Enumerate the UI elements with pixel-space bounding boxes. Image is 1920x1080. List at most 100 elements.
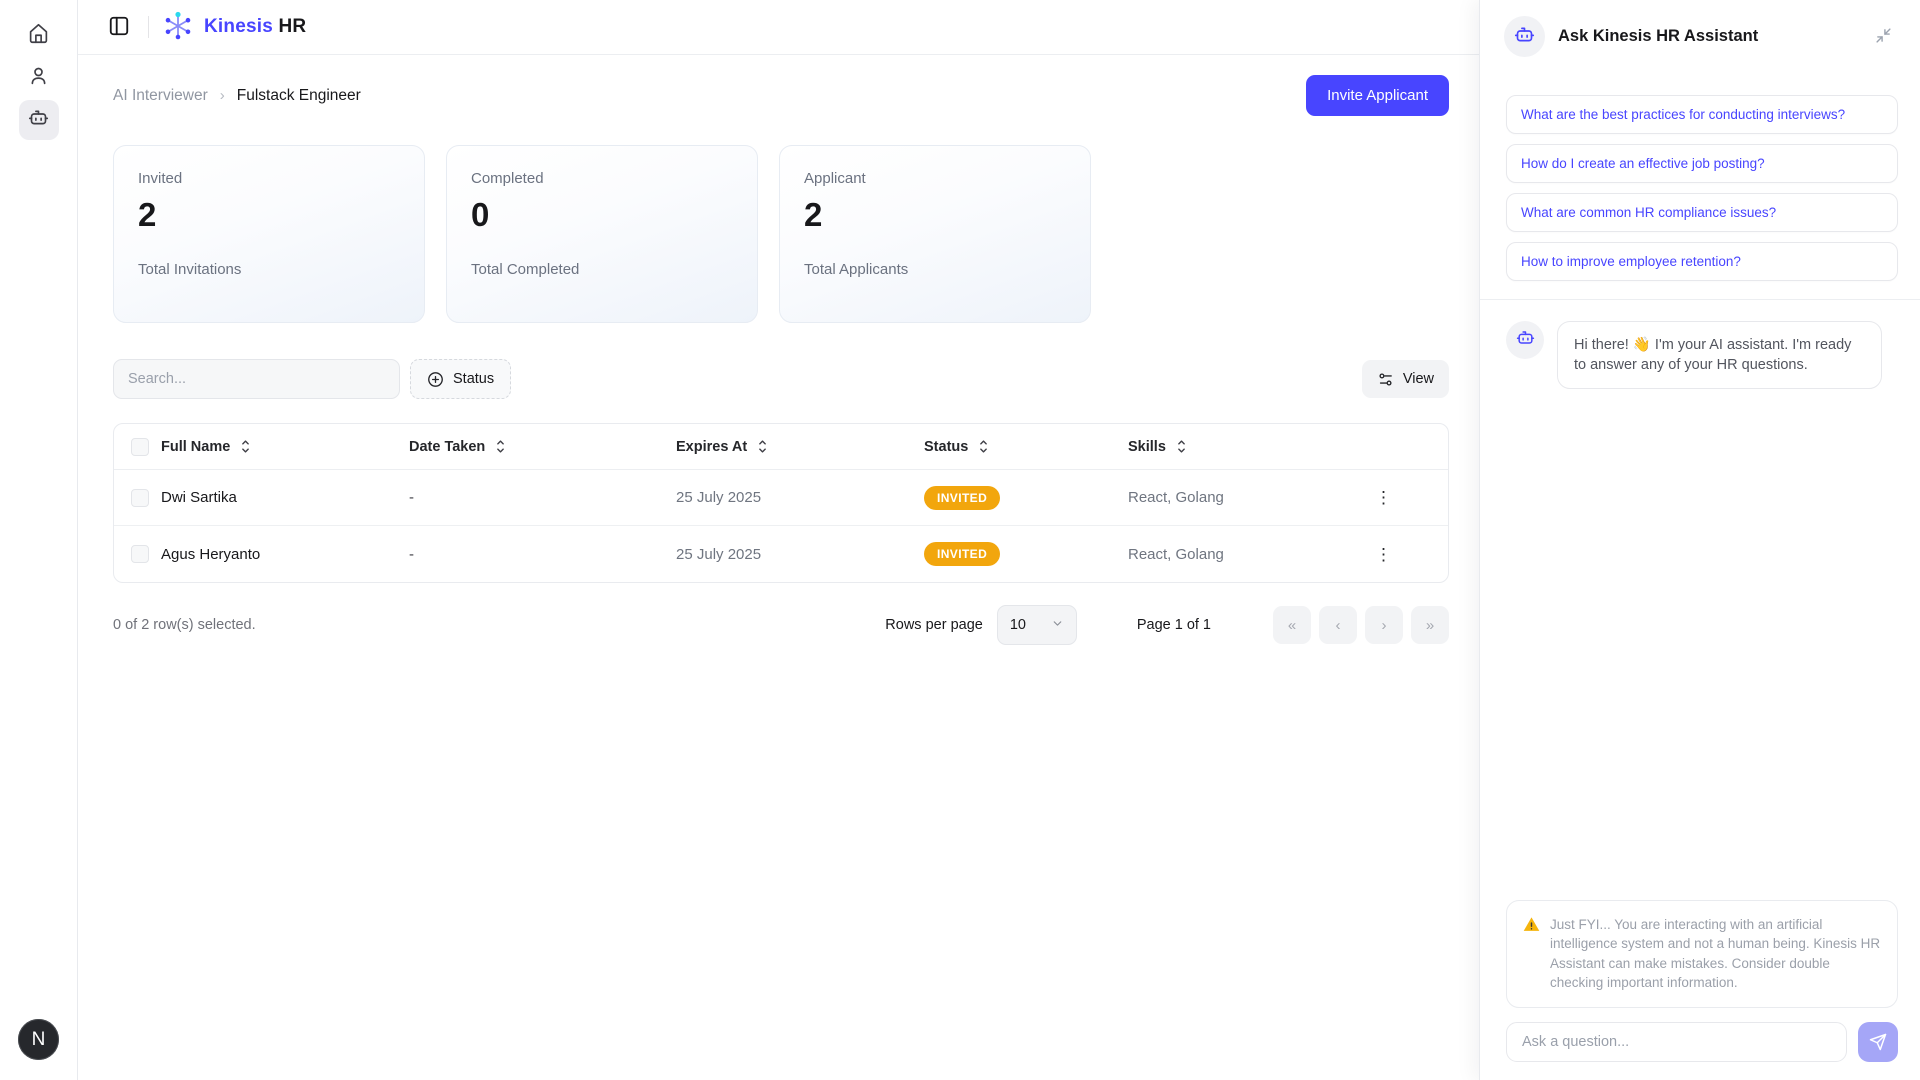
sort-icon-full-name[interactable] [239,439,252,454]
cell-expires-at: 25 July 2025 [676,489,762,506]
bot-icon [28,107,49,133]
stat-value: 0 [471,196,490,233]
brand[interactable]: Kinesis HR [163,10,306,45]
bot-icon [1514,24,1535,50]
stats-cards: Invited 2 Total Invitations Completed 0 … [113,145,1449,323]
page-content: AI Interviewer › Fulstack Engineer Invit… [78,55,1479,675]
question-input-row [1506,1022,1898,1062]
brand-name-secondary: HR [278,16,307,37]
ai-disclaimer: Just FYI... You are interacting with an … [1506,899,1898,1008]
panel-left-icon [108,15,130,40]
table-footer: 0 of 2 row(s) selected. Rows per page 10… [113,605,1449,675]
home-icon [28,23,49,49]
next-page-button[interactable]: › [1365,606,1403,644]
sidebar-toggle-button[interactable] [104,11,134,44]
topbar: Kinesis HR [78,0,1479,55]
assistant-avatar [1504,16,1545,57]
view-options-button[interactable]: View [1361,360,1449,398]
select-all-checkbox[interactable] [131,437,149,456]
dev-indicator-label: N [31,1028,46,1050]
message-avatar [1506,321,1544,359]
plus-circle-icon [427,371,444,388]
sliders-icon [1377,371,1394,388]
stat-card-applicant: Applicant 2 Total Applicants [779,145,1091,323]
column-header-expires-at: Expires At [676,438,748,455]
dev-indicator-badge[interactable]: N [18,1019,59,1060]
ai-disclaimer-text: Just FYI... You are interacting with an … [1550,916,1881,991]
sidebar-item-home[interactable] [19,16,59,56]
row-menu-button[interactable]: ⋮ [1367,485,1400,510]
cell-full-name: Agus Heryanto [161,545,261,563]
sort-icon-skills[interactable] [1175,439,1188,454]
suggested-question-chip[interactable]: What are common HR compliance issues? [1506,193,1898,232]
send-button[interactable] [1858,1022,1898,1062]
table-header-row: Full Name Date Taken Expires At Status S… [114,424,1448,470]
stat-label: Invited [138,170,183,187]
row-checkbox[interactable] [131,488,149,507]
breadcrumb-parent-link[interactable]: AI Interviewer [113,87,208,105]
first-page-button[interactable]: « [1273,606,1311,644]
bot-icon [1516,328,1535,352]
rows-per-page-select[interactable]: 10 [996,605,1077,645]
stat-sublabel: Total Applicants [804,261,909,278]
invite-applicant-button[interactable]: Invite Applicant [1306,75,1449,116]
chevron-down-icon [1051,617,1064,634]
last-page-button[interactable]: » [1411,606,1449,644]
breadcrumb-current: Fulstack Engineer [236,86,361,104]
suggested-questions: What are the best practices for conducti… [1480,71,1920,281]
question-input[interactable] [1506,1022,1847,1062]
sidebar-item-users[interactable] [19,58,59,98]
status-badge: INVITED [924,485,1001,510]
cell-date-taken: - [409,545,414,563]
assistant-header: Ask Kinesis HR Assistant [1480,0,1920,71]
row-checkbox[interactable] [131,545,149,563]
cell-expires-at: 25 July 2025 [676,545,762,563]
send-icon [1869,1033,1887,1051]
page-indicator: Page 1 of 1 [1136,617,1211,633]
search-input[interactable] [113,359,400,399]
breadcrumb: AI Interviewer › Fulstack Engineer [113,87,361,105]
brand-name: Kinesis HR [204,16,306,38]
cell-date-taken: - [409,489,414,506]
icon-sidebar: N [0,0,78,1080]
sort-icon-date-taken[interactable] [494,439,507,454]
suggested-question-chip[interactable]: How do I create an effective job posting… [1506,144,1898,183]
sort-icon-expires-at[interactable] [756,439,769,454]
cell-full-name: Dwi Sartika [161,489,237,506]
app-root: N Kinesis HR AI Interviewer › Fulstack E… [0,0,1920,1080]
user-icon [28,65,49,91]
sort-icon-status[interactable] [977,439,990,454]
suggested-question-chip[interactable]: What are the best practices for conducti… [1506,95,1898,134]
assistant-panel: Ask Kinesis HR Assistant What are the be… [1479,0,1920,1080]
rows-per-page-value: 10 [1009,617,1026,633]
sidebar-item-ai-interviewer[interactable] [18,100,59,140]
table-toolbar: Status View [113,359,1449,399]
page-header-row: AI Interviewer › Fulstack Engineer Invit… [113,75,1449,116]
collapse-panel-button[interactable] [1871,23,1896,51]
applicants-table: Full Name Date Taken Expires At Status S… [113,423,1449,583]
stat-sublabel: Total Completed [471,261,580,278]
column-header-date-taken: Date Taken [409,438,486,455]
stat-sublabel: Total Invitations [138,261,242,278]
main-area: Kinesis HR AI Interviewer › Fulstack Eng… [78,0,1479,1080]
warning-icon [1523,916,1540,993]
rows-per-page-label: Rows per page [885,617,983,633]
stat-value: 2 [138,196,157,233]
stat-card-invited: Invited 2 Total Invitations [113,145,425,323]
column-header-full-name: Full Name [161,438,231,455]
view-options-label: View [1402,371,1434,387]
topbar-divider [148,16,149,38]
cell-skills: React, Golang [1128,545,1224,563]
status-filter-button[interactable]: Status [410,359,512,399]
previous-page-button[interactable]: ‹ [1319,606,1357,644]
selection-count-text: 0 of 2 row(s) selected. [113,617,256,633]
column-header-status: Status [924,438,969,455]
assistant-title: Ask Kinesis HR Assistant [1558,27,1759,45]
stat-label: Completed [471,170,544,187]
suggested-question-chip[interactable]: How to improve employee retention? [1506,242,1898,281]
row-menu-button[interactable]: ⋮ [1367,542,1400,567]
minimize-icon [1875,27,1892,47]
status-filter-label: Status [453,371,495,387]
breadcrumb-separator-icon: › [219,87,225,104]
assistant-message-row: Hi there! 👋 I'm your AI assistant. I'm r… [1480,300,1920,389]
